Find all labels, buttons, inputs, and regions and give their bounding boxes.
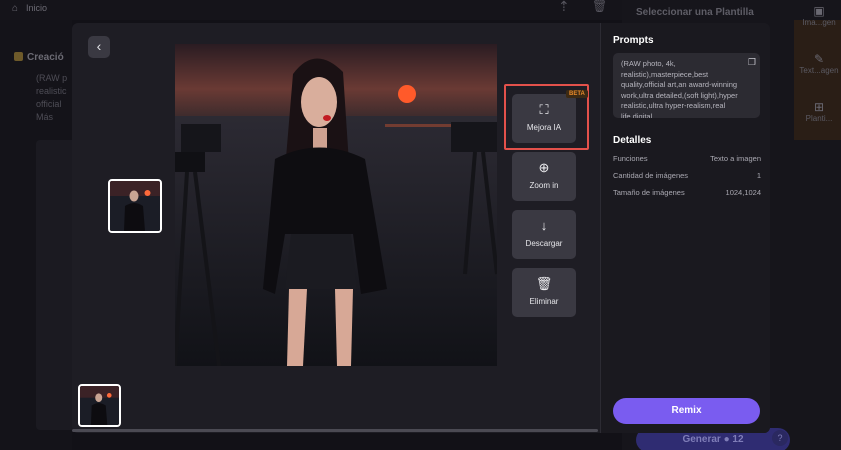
- text-image-icon: ✎: [813, 52, 825, 66]
- zoom-in-icon: ⊕: [538, 160, 550, 175]
- creations-panel: Creació (RAW p realistic official Más: [0, 20, 72, 450]
- template-icon: ⊞: [813, 100, 825, 114]
- beta-badge: BETA: [566, 90, 588, 98]
- template-header: Seleccionar una Plantilla: [636, 7, 754, 18]
- history-thumbnail-image: [80, 386, 119, 425]
- copy-icon[interactable]: ❐: [748, 57, 756, 68]
- rail-item-template[interactable]: ⊞ Planti...: [797, 100, 841, 123]
- delete-button[interactable]: 🗑 Eliminar: [512, 268, 576, 317]
- remix-button[interactable]: Remix: [613, 398, 760, 424]
- image-icon: ▣: [813, 4, 825, 18]
- detail-row: Funciones Texto a imagen: [613, 154, 761, 163]
- rail-item-image[interactable]: ▣ Ima...gen: [797, 4, 841, 27]
- creation-image: [36, 140, 72, 430]
- trash-icon: 🗑: [535, 276, 553, 291]
- creations-title: Creació: [14, 52, 64, 63]
- upload-icon[interactable]: ⇡: [558, 0, 570, 15]
- creation-prompt-preview: (RAW p realistic official Más: [36, 72, 72, 124]
- prompt-text: (RAW photo, 4k, realistic),masterpiece,b…: [621, 59, 738, 118]
- home-icon[interactable]: ⌂: [12, 3, 18, 14]
- detail-row: Tamaño de imágenes 1024,1024: [613, 188, 761, 197]
- download-icon: ↓: [540, 218, 548, 233]
- tool-rail: ▣ Ima...gen ✎ Text...agen ⊞ Planti...: [797, 0, 841, 450]
- selected-thumbnail[interactable]: [108, 179, 162, 233]
- trash-icon[interactable]: 🗑: [592, 0, 607, 13]
- info-panel: Prompts (RAW photo, 4k, realistic),maste…: [600, 23, 770, 433]
- zoom-in-button[interactable]: ⊕ Zoom in: [512, 152, 576, 201]
- creation-icon: [14, 52, 23, 61]
- help-icon[interactable]: ?: [772, 430, 788, 446]
- home-link[interactable]: Inicio: [26, 3, 47, 13]
- thumbnail-image: [110, 181, 160, 231]
- details-title: Detalles: [613, 135, 652, 146]
- rail-item-text-image[interactable]: ✎ Text...agen: [797, 52, 841, 75]
- prompt-box: (RAW photo, 4k, realistic),masterpiece,b…: [613, 53, 760, 118]
- prompts-title: Prompts: [613, 35, 654, 46]
- chevron-left-icon: ‹: [96, 38, 102, 54]
- history-thumbnail[interactable]: [78, 384, 121, 427]
- detail-row: Cantidad de imágenes 1: [613, 171, 761, 180]
- back-button[interactable]: ‹: [88, 36, 110, 58]
- image-detail-modal: ‹ ⛶ Mejora IA BETA ⊕ Zoom in ↓ Descargar…: [72, 23, 770, 433]
- download-button[interactable]: ↓ Descargar: [512, 210, 576, 259]
- horizontal-scrollbar[interactable]: [72, 429, 598, 432]
- generated-image: [175, 44, 497, 366]
- more-link[interactable]: Más: [36, 111, 72, 124]
